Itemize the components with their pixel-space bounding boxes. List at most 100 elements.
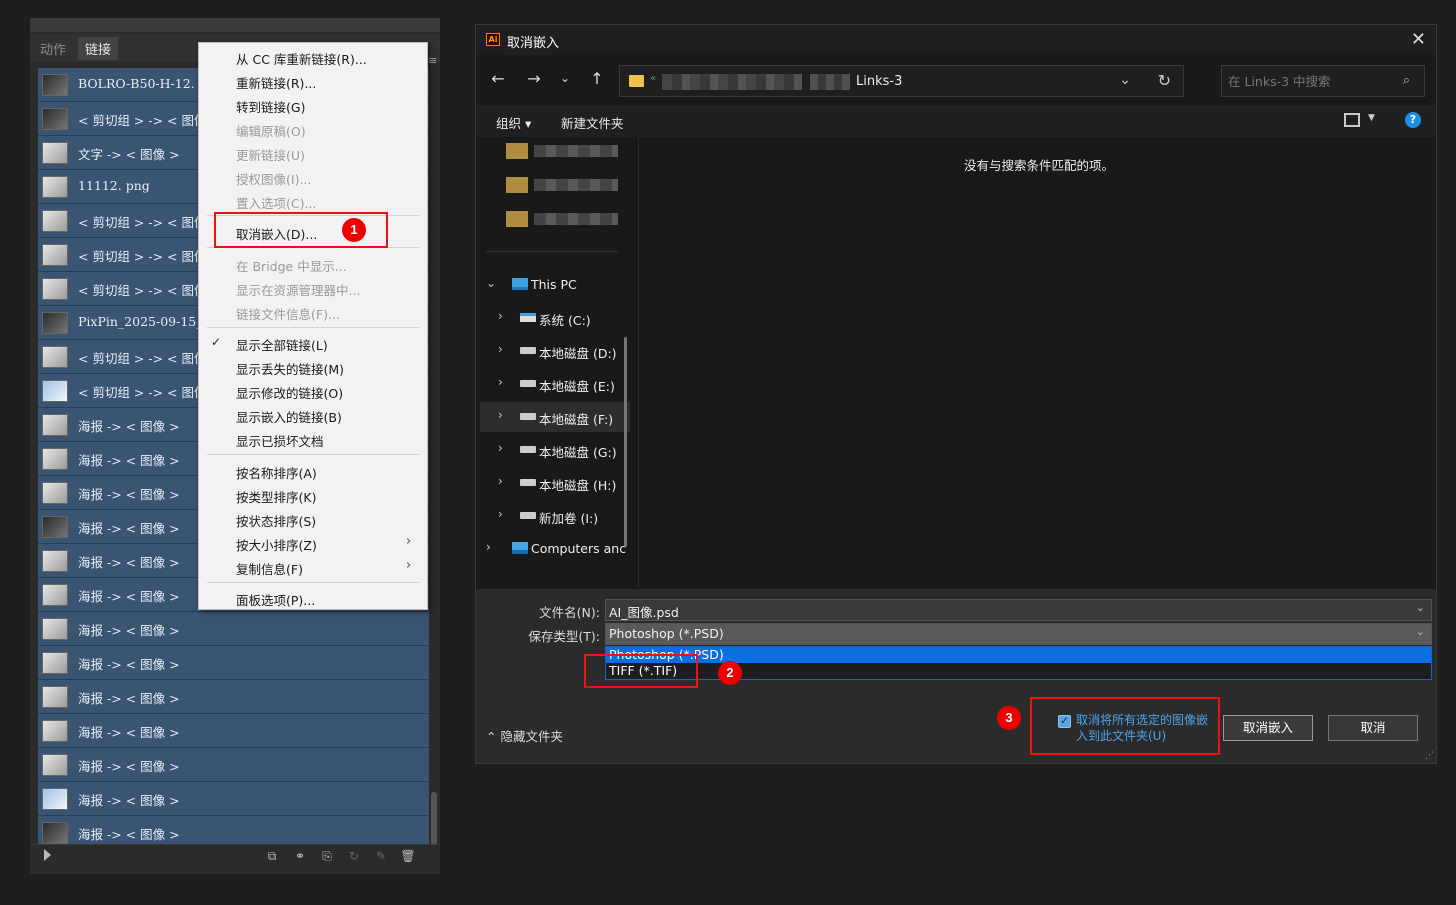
chevron-down-icon[interactable]: ⌄ bbox=[555, 71, 575, 85]
expand-icon[interactable] bbox=[44, 849, 51, 861]
quick-access-item[interactable] bbox=[506, 175, 618, 193]
link-row[interactable]: 海报 -> < 图像 > bbox=[38, 782, 429, 816]
menu-item[interactable]: 显示已损坏文档 bbox=[236, 431, 324, 450]
savetype-label: 保存类型(T): bbox=[528, 629, 600, 644]
link-row[interactable]: 海报 -> < 图像 > bbox=[38, 612, 429, 646]
tree-item-drive[interactable]: › 新加卷 (I:) bbox=[480, 501, 630, 531]
tab-actions[interactable]: 动作 bbox=[40, 39, 66, 58]
tree-item-drive[interactable]: › 本地磁盘 (D:) bbox=[480, 336, 630, 366]
search-box: ⌕ bbox=[1221, 65, 1425, 97]
menu-item[interactable]: 按大小排序(Z) bbox=[236, 535, 317, 554]
tree-item-label: 新加卷 (I:) bbox=[539, 511, 599, 526]
drive-icon bbox=[520, 446, 536, 453]
chevron-right-icon: › bbox=[406, 558, 412, 573]
menu-item[interactable]: 显示嵌入的链接(B) bbox=[236, 407, 342, 426]
menu-item[interactable]: 按类型排序(K) bbox=[236, 487, 316, 506]
filename-field[interactable]: AI_图像.psd ⌄ bbox=[605, 599, 1432, 621]
chevron-down-icon[interactable]: ⌄ bbox=[486, 276, 496, 290]
menu-item[interactable]: 重新链接(R)... bbox=[236, 73, 316, 92]
empty-results-message: 没有与搜索条件匹配的项。 bbox=[964, 158, 1115, 173]
link-row[interactable]: 海报 -> < 图像 > bbox=[38, 646, 429, 680]
refresh-icon[interactable]: ↻ bbox=[1158, 71, 1171, 90]
link-row[interactable]: 海报 -> < 图像 > bbox=[38, 748, 429, 782]
tree-item-drive[interactable]: › 本地磁盘 (H:) bbox=[480, 468, 630, 498]
back-arrow-icon[interactable]: ← bbox=[488, 69, 508, 88]
path-overflow[interactable]: « bbox=[650, 73, 656, 84]
scrollbar-thumb[interactable] bbox=[431, 792, 437, 852]
folder-icon bbox=[506, 143, 528, 159]
unembed-button[interactable]: 取消嵌入 bbox=[1223, 715, 1313, 741]
chevron-right-icon[interactable]: › bbox=[486, 540, 491, 554]
link-row-label: 海报 -> < 图像 > bbox=[78, 691, 180, 706]
quick-access-item[interactable] bbox=[506, 209, 618, 227]
hide-folders-toggle[interactable]: ⌃ 隐藏文件夹 bbox=[486, 726, 563, 745]
chevron-right-icon[interactable]: › bbox=[498, 441, 503, 455]
chevron-down-icon[interactable]: ⌄ bbox=[1416, 601, 1425, 614]
tree-item-drive[interactable]: › 本地磁盘 (F:) bbox=[480, 402, 630, 432]
link-row-label: 文字 -> < 图像 > bbox=[78, 147, 180, 162]
menu-item[interactable]: 按名称排序(A) bbox=[236, 463, 317, 482]
view-mode-icon[interactable] bbox=[1344, 113, 1360, 127]
menu-item[interactable]: 显示在资源管理器中... bbox=[236, 280, 360, 299]
navpane-scrollbar[interactable] bbox=[624, 337, 627, 547]
blurred-label bbox=[534, 145, 618, 157]
goto-link-icon[interactable]: ⎘ bbox=[319, 849, 335, 863]
chevron-right-icon[interactable]: › bbox=[498, 474, 503, 488]
menu-item[interactable]: 复制信息(F) bbox=[236, 559, 303, 578]
relink-cc-icon[interactable]: ⧉ bbox=[264, 849, 280, 863]
update-link-icon[interactable]: ↻ bbox=[346, 849, 362, 863]
edit-original-icon[interactable]: ✎ bbox=[373, 849, 389, 863]
menu-item[interactable]: 显示全部链接(L) bbox=[236, 335, 328, 354]
menu-item[interactable]: 面板选项(P)... bbox=[236, 590, 315, 609]
tree-item-network[interactable]: › Computers anc bbox=[486, 534, 636, 564]
menu-item[interactable]: 显示修改的链接(O) bbox=[236, 383, 343, 402]
chevron-right-icon[interactable]: › bbox=[498, 309, 503, 323]
link-row[interactable]: 海报 -> < 图像 > bbox=[38, 714, 429, 748]
menu-item[interactable]: 按状态排序(S) bbox=[236, 511, 316, 530]
new-folder-button[interactable]: 新建文件夹 bbox=[561, 113, 624, 132]
menu-item[interactable]: 从 CC 库重新链接(R)... bbox=[236, 49, 367, 68]
menu-item[interactable]: 授权图像(I)... bbox=[236, 169, 311, 188]
chevron-right-icon[interactable]: › bbox=[498, 507, 503, 521]
cancel-button[interactable]: 取消 bbox=[1328, 715, 1418, 741]
blurred-label bbox=[534, 213, 618, 225]
panel-menu-icon[interactable]: ≡ bbox=[428, 55, 438, 66]
search-input[interactable] bbox=[1228, 74, 1398, 89]
panel-topbar bbox=[30, 18, 440, 32]
chevron-right-icon[interactable]: › bbox=[498, 375, 503, 389]
forward-arrow-icon[interactable]: → bbox=[524, 69, 544, 88]
trash-icon[interactable]: 🗑 bbox=[400, 849, 416, 863]
tree-item-drive[interactable]: › 本地磁盘 (E:) bbox=[480, 369, 630, 399]
menu-item[interactable]: 在 Bridge 中显示... bbox=[236, 256, 347, 275]
help-icon[interactable]: ? bbox=[1405, 112, 1421, 128]
address-bar[interactable]: « Links-3 ⌄ ↻ bbox=[619, 65, 1184, 97]
vertical-scrollbar[interactable] bbox=[430, 72, 438, 862]
tree-item-drive[interactable]: › 系统 (C:) bbox=[480, 303, 630, 333]
menu-item[interactable]: 显示丢失的链接(M) bbox=[236, 359, 344, 378]
savetype-select[interactable]: Photoshop (*.PSD) ⌄ bbox=[605, 623, 1432, 645]
chevron-right-icon[interactable]: › bbox=[498, 342, 503, 356]
chevron-down-icon[interactable]: ▼ bbox=[1368, 113, 1375, 123]
chevron-down-icon[interactable]: ⌄ bbox=[1119, 72, 1131, 88]
up-arrow-icon[interactable]: ↑ bbox=[587, 69, 607, 88]
organize-button[interactable]: 组织 ▾ bbox=[496, 113, 531, 132]
quick-access-item[interactable] bbox=[506, 141, 618, 159]
pane-divider[interactable] bbox=[638, 137, 639, 587]
menu-item[interactable]: 编辑原稿(O) bbox=[236, 121, 306, 140]
close-icon[interactable]: ✕ bbox=[1411, 29, 1426, 50]
folder-icon bbox=[506, 177, 528, 193]
menu-item[interactable]: 转到链接(G) bbox=[236, 97, 305, 116]
tree-item-this-pc[interactable]: ⌄ This PC bbox=[486, 270, 636, 300]
link-row[interactable]: 海报 -> < 图像 > bbox=[38, 680, 429, 714]
menu-item[interactable]: 置入选项(C)... bbox=[236, 193, 316, 212]
path-current-folder[interactable]: Links-3 bbox=[856, 74, 902, 89]
chevron-down-icon[interactable]: ⌄ bbox=[1416, 625, 1425, 638]
resize-grip-icon[interactable]: ⋰ bbox=[1425, 751, 1434, 761]
menu-item[interactable]: 更新链接(U) bbox=[236, 145, 305, 164]
menu-item[interactable]: 链接文件信息(F)... bbox=[236, 304, 340, 323]
tree-item-drive[interactable]: › 本地磁盘 (G:) bbox=[480, 435, 630, 465]
search-icon[interactable]: ⌕ bbox=[1403, 73, 1410, 88]
chevron-right-icon[interactable]: › bbox=[498, 408, 503, 422]
tab-links[interactable]: 链接 bbox=[78, 37, 118, 60]
link-icon[interactable]: ⚭ bbox=[292, 849, 308, 863]
